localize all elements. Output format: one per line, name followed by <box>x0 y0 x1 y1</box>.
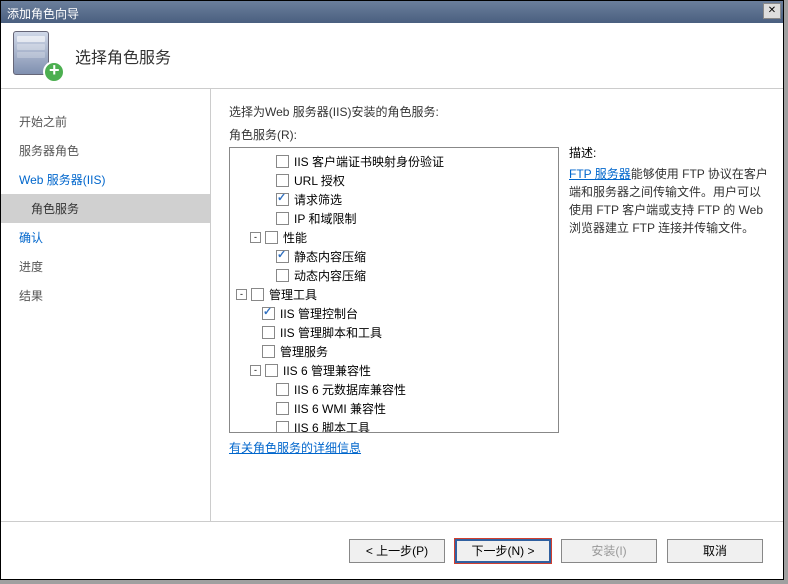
checkbox[interactable] <box>276 212 289 225</box>
body: 开始之前服务器角色Web 服务器(IIS)角色服务确认进度结果 选择为Web 服… <box>1 89 783 521</box>
sidebar-step[interactable]: 角色服务 <box>1 194 210 223</box>
tree-item-label: 管理工具 <box>269 286 317 303</box>
tree-item[interactable]: 动态内容压缩 <box>232 266 556 285</box>
tree-item-label: 性能 <box>283 229 307 246</box>
checkbox[interactable] <box>276 383 289 396</box>
tree-item-label: 静态内容压缩 <box>294 248 366 265</box>
role-services-tree[interactable]: IIS 客户端证书映射身份验证 URL 授权请求筛选 IP 和域限制 - 性能静态内容压… <box>229 147 559 433</box>
role-services-label: 角色服务(R): <box>229 126 559 143</box>
tree-item[interactable]: - IIS 6 管理兼容性 <box>232 361 556 380</box>
tree-item-label: URL 授权 <box>294 172 345 189</box>
checkbox[interactable] <box>265 231 278 244</box>
tree-item[interactable]: IIS 6 元数据库兼容性 <box>232 380 556 399</box>
tree-item-label: IIS 6 管理兼容性 <box>283 362 371 379</box>
checkbox[interactable] <box>276 155 289 168</box>
plus-icon <box>43 61 65 83</box>
checkbox[interactable] <box>262 307 275 320</box>
tree-item[interactable]: IIS 6 脚本工具 <box>232 418 556 433</box>
tree-item-label: IIS 管理控制台 <box>280 305 358 322</box>
tree-item[interactable]: 管理服务 <box>232 342 556 361</box>
wizard-icon <box>13 31 63 81</box>
tree-item-label: IIS 管理脚本和工具 <box>280 324 382 341</box>
checkbox[interactable] <box>262 326 275 339</box>
main-panel: 选择为Web 服务器(IIS)安装的角色服务: 角色服务(R): IIS 客户端… <box>211 89 783 521</box>
tree-item[interactable]: URL 授权 <box>232 171 556 190</box>
checkbox[interactable] <box>276 250 289 263</box>
description-title: 描述: <box>569 144 769 161</box>
expander-icon[interactable]: - <box>250 365 261 376</box>
sidebar-step[interactable]: 进度 <box>1 252 210 281</box>
checkbox[interactable] <box>276 421 289 433</box>
more-info-link[interactable]: 有关角色服务的详细信息 <box>229 433 559 456</box>
tree-item-label: 请求筛选 <box>294 191 342 208</box>
tree-item-label: IP 和域限制 <box>294 210 356 227</box>
tree-item-label: 管理服务 <box>280 343 328 360</box>
header: 选择角色服务 <box>1 23 783 89</box>
window-title: 添加角色向导 <box>7 7 79 21</box>
tree-item[interactable]: - 管理工具 <box>232 285 556 304</box>
sidebar-step[interactable]: 结果 <box>1 281 210 310</box>
tree-item-label: IIS 6 WMI 兼容性 <box>294 400 386 417</box>
tree-item[interactable]: IIS 管理控制台 <box>232 304 556 323</box>
sidebar-step[interactable]: 确认 <box>1 223 210 252</box>
tree-item[interactable]: - 性能 <box>232 228 556 247</box>
sidebar-step[interactable]: 开始之前 <box>1 107 210 136</box>
checkbox[interactable] <box>276 174 289 187</box>
tree-item[interactable]: IP 和域限制 <box>232 209 556 228</box>
sidebar: 开始之前服务器角色Web 服务器(IIS)角色服务确认进度结果 <box>1 89 211 521</box>
checkbox[interactable] <box>276 193 289 206</box>
description-panel: 描述: FTP 服务器能够使用 FTP 协议在客户端和服务器之间传输文件。用户可… <box>569 126 769 456</box>
checkbox[interactable] <box>251 288 264 301</box>
close-button[interactable]: ✕ <box>763 3 781 19</box>
prev-button[interactable]: < 上一步(P) <box>349 539 445 563</box>
page-title: 选择角色服务 <box>75 44 171 68</box>
cancel-button[interactable]: 取消 <box>667 539 763 563</box>
tree-item-label: IIS 6 脚本工具 <box>294 419 370 433</box>
tree-item[interactable]: IIS 6 WMI 兼容性 <box>232 399 556 418</box>
prompt-text: 选择为Web 服务器(IIS)安装的角色服务: <box>229 103 769 120</box>
tree-item-label: IIS 客户端证书映射身份验证 <box>294 153 444 170</box>
checkbox[interactable] <box>265 364 278 377</box>
tree-item[interactable]: 请求筛选 <box>232 190 556 209</box>
button-bar: < 上一步(P) 下一步(N) > 安装(I) 取消 <box>1 521 783 579</box>
tree-item-label: IIS 6 元数据库兼容性 <box>294 381 406 398</box>
checkbox[interactable] <box>276 269 289 282</box>
expander-icon[interactable]: - <box>250 232 261 243</box>
checkbox[interactable] <box>262 345 275 358</box>
wizard-window: 添加角色向导 ✕ 选择角色服务 开始之前服务器角色Web 服务器(IIS)角色服… <box>0 0 784 580</box>
description-link[interactable]: FTP 服务器 <box>569 167 631 181</box>
next-button[interactable]: 下一步(N) > <box>455 539 551 563</box>
sidebar-step[interactable]: 服务器角色 <box>1 136 210 165</box>
tree-item[interactable]: IIS 客户端证书映射身份验证 <box>232 152 556 171</box>
sidebar-step[interactable]: Web 服务器(IIS) <box>1 165 210 194</box>
install-button: 安装(I) <box>561 539 657 563</box>
checkbox[interactable] <box>276 402 289 415</box>
description-text: FTP 服务器能够使用 FTP 协议在客户端和服务器之间传输文件。用户可以使用 … <box>569 165 769 237</box>
tree-item-label: 动态内容压缩 <box>294 267 366 284</box>
expander-icon[interactable]: - <box>236 289 247 300</box>
tree-item[interactable]: IIS 管理脚本和工具 <box>232 323 556 342</box>
tree-item[interactable]: 静态内容压缩 <box>232 247 556 266</box>
titlebar: 添加角色向导 ✕ <box>1 1 783 23</box>
